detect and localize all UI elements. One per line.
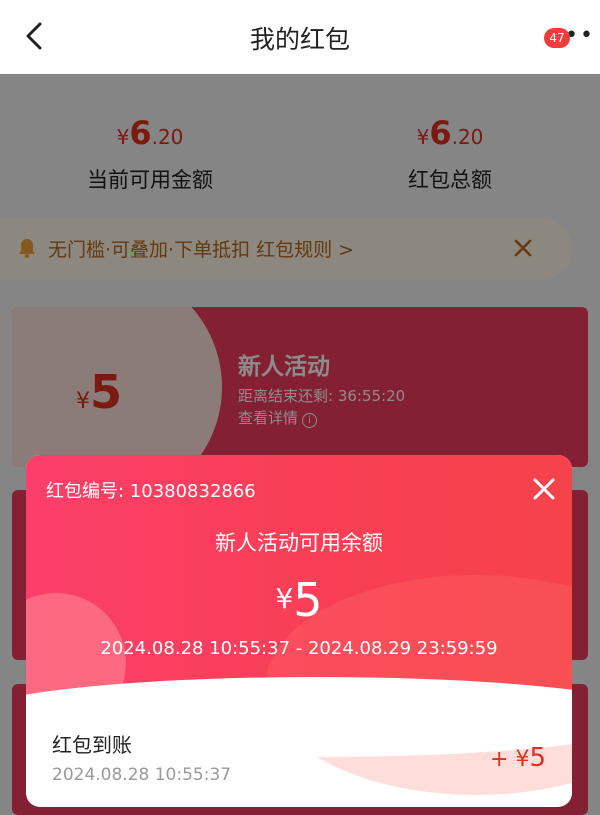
close-icon[interactable] <box>530 475 558 503</box>
record-label: 红包到账 <box>52 733 132 757</box>
red-packet-detail-modal: 红包编号: 10380832866 新人活动可用余额 ¥5 2024.08.28… <box>26 455 572 807</box>
modal-amount: ¥5 <box>26 573 572 627</box>
currency-symbol: ¥ <box>275 582 294 615</box>
record-amount: + ¥5 <box>490 743 546 773</box>
top-navigation-bar: 我的红包 ••• 47 <box>0 0 600 74</box>
red-packet-id: 红包编号: 10380832866 <box>46 481 256 502</box>
transaction-record: 红包到账 2024.08.28 10:55:37 + ¥5 <box>26 719 572 799</box>
amount-prefix: + ¥ <box>490 747 530 772</box>
amount-value: 5 <box>293 573 323 627</box>
modal-title: 新人活动可用余额 <box>215 531 383 555</box>
more-menu-button[interactable]: ••• 47 <box>544 18 593 54</box>
modal-header: 红包编号: 10380832866 新人活动可用余额 ¥5 2024.08.28… <box>26 455 572 795</box>
notification-badge: 47 <box>544 28 570 48</box>
page-title: 我的红包 <box>249 25 350 54</box>
record-time: 2024.08.28 10:55:37 <box>52 765 232 785</box>
amount-value: 5 <box>529 743 546 773</box>
validity-period: 2024.08.28 10:55:37 - 2024.08.29 23:59:5… <box>100 638 498 659</box>
